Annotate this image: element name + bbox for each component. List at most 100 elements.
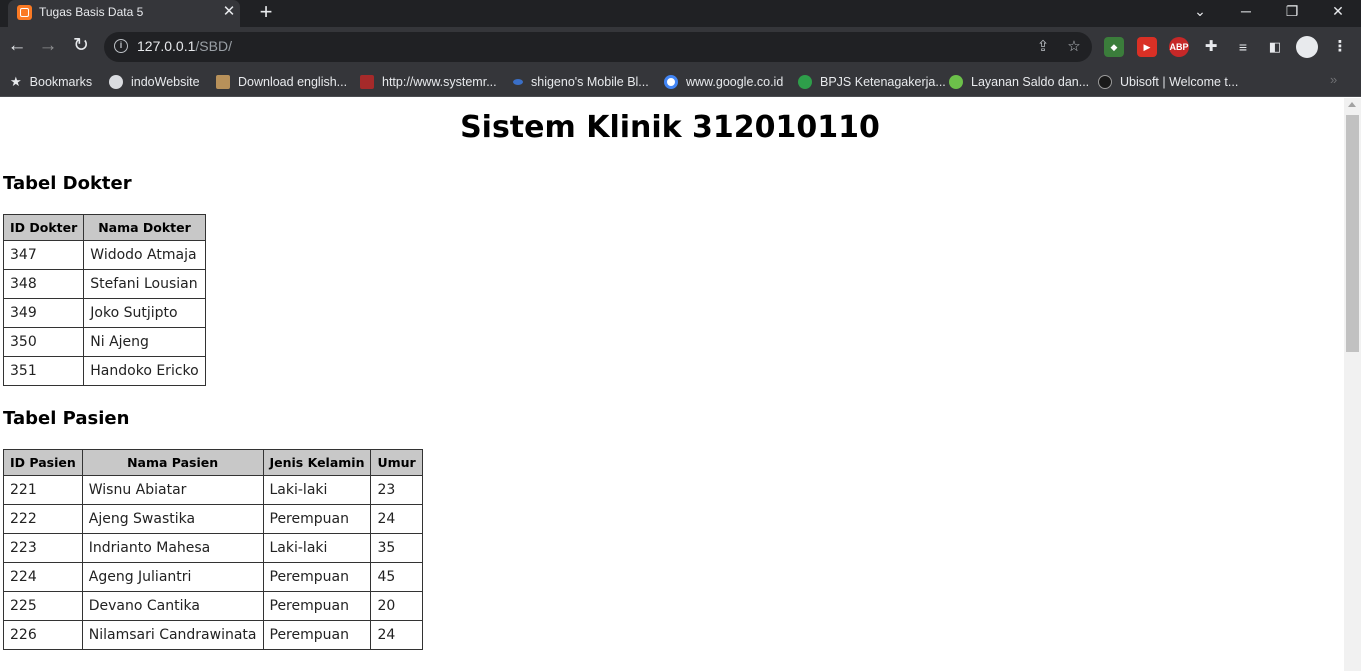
pasien-jenis-kelamin-cell: Laki-laki [262, 475, 372, 505]
url-text[interactable]: 127.0.0.1/SBD/ [137, 38, 232, 54]
bookmark-systemr[interactable]: http://www.systemr... [360, 72, 497, 92]
tab-search-icon[interactable]: ⌄ [1180, 0, 1220, 24]
site-icon [360, 75, 374, 89]
table-row: 350 Ni Ajeng [2, 327, 206, 357]
pasien-nama-cell: Devano Cantika [81, 591, 264, 621]
table-row: 351 Handoko Ericko [2, 356, 206, 386]
dokter-nama-cell: Joko Sutjipto [83, 298, 206, 328]
table-row: 347 Widodo Atmaja [2, 240, 206, 270]
bookmark-download-english[interactable]: Download english... [216, 72, 347, 92]
profile-avatar[interactable] [1296, 36, 1318, 58]
table-row: 348 Stefani Lousian [2, 269, 206, 299]
site-info-icon[interactable]: i [114, 39, 128, 53]
dokter-header-row: ID Dokter Nama Dokter [2, 214, 206, 241]
bookmark-star-icon[interactable]: ☆ [1064, 37, 1084, 57]
table-row: 225 Devano Cantika Perempuan 20 [3, 591, 423, 621]
globe-icon [109, 75, 123, 89]
pasien-jenis-kelamin-cell: Laki-laki [262, 533, 372, 563]
browser-tab[interactable]: Tugas Basis Data 5 ✕ [8, 0, 240, 27]
address-bar[interactable]: i 127.0.0.1/SBD/ ⇪ ☆ [104, 32, 1092, 62]
pasien-umur-cell: 45 [370, 562, 423, 592]
close-window-icon[interactable]: ✕ [1318, 0, 1358, 24]
column-header: Jenis Kelamin [262, 449, 372, 476]
pasien-nama-cell: Ageng Juliantri [81, 562, 264, 592]
xampp-favicon-icon [17, 5, 32, 20]
pasien-jenis-kelamin-cell: Perempuan [262, 504, 372, 534]
menu-icon[interactable]: ⋮ [1330, 37, 1350, 57]
more-bookmarks-icon[interactable]: » [1330, 72, 1337, 87]
page-viewport: Sistem Klinik 312010110 Tabel Dokter ID … [0, 98, 1344, 671]
bookmark-bookmarks[interactable]: ★ Bookmarks [10, 72, 92, 92]
pasien-id-cell: 225 [3, 591, 83, 621]
pasien-jenis-kelamin-cell: Perempuan [262, 591, 372, 621]
dokter-id-cell: 351 [2, 356, 85, 386]
restore-icon[interactable]: ❐ [1272, 0, 1312, 24]
pasien-heading: Tabel Pasien [3, 408, 130, 429]
saldo-icon [949, 75, 963, 89]
reading-list-icon[interactable]: ≡ [1233, 37, 1253, 57]
bookmark-layanan-saldo[interactable]: Layanan Saldo dan... [949, 72, 1089, 92]
dokter-nama-cell: Handoko Ericko [83, 356, 206, 386]
pasien-id-cell: 226 [3, 620, 83, 650]
dokter-nama-cell: Ni Ajeng [83, 327, 206, 357]
pasien-nama-cell: Wisnu Abiatar [81, 475, 264, 505]
pasien-header-row: ID Pasien Nama Pasien Jenis Kelamin Umur [3, 449, 423, 476]
pasien-jenis-kelamin-cell: Perempuan [262, 562, 372, 592]
pasien-id-cell: 222 [3, 504, 83, 534]
table-row: 349 Joko Sutjipto [2, 298, 206, 328]
share-icon[interactable]: ⇪ [1033, 37, 1053, 57]
star-icon: ★ [10, 74, 22, 89]
extensions-puzzle-icon[interactable]: ✚ [1201, 37, 1221, 57]
column-header: ID Dokter [2, 214, 85, 241]
pasien-umur-cell: 24 [370, 620, 423, 650]
scroll-up-arrow-icon[interactable] [1348, 102, 1356, 107]
column-header: ID Pasien [3, 449, 83, 476]
bpjs-icon [798, 75, 812, 89]
new-tab-icon[interactable]: + [255, 1, 277, 23]
pasien-nama-cell: Ajeng Swastika [81, 504, 264, 534]
table-row: 223 Indrianto Mahesa Laki-laki 35 [3, 533, 423, 563]
browser-toolbar: ← → ↻ i 127.0.0.1/SBD/ ⇪ ☆ ◆ ▶ ABP ✚ ≡ ◧… [0, 27, 1361, 67]
page-scrollbar[interactable] [1344, 98, 1361, 671]
pasien-table: ID Pasien Nama Pasien Jenis Kelamin Umur… [3, 449, 423, 650]
ubisoft-icon [1098, 75, 1112, 89]
pasien-id-cell: 221 [3, 475, 83, 505]
extension-red-icon[interactable]: ▶ [1137, 37, 1157, 57]
pasien-umur-cell: 35 [370, 533, 423, 563]
bookmark-bpjs[interactable]: BPJS Ketenagakerja... [798, 72, 946, 92]
bookmark-google[interactable]: www.google.co.id [664, 72, 783, 92]
dokter-heading: Tabel Dokter [3, 173, 132, 194]
dokter-id-cell: 350 [2, 327, 85, 357]
side-panel-icon[interactable]: ◧ [1265, 37, 1285, 57]
column-header: Nama Pasien [81, 449, 264, 476]
extension-green-icon[interactable]: ◆ [1104, 37, 1124, 57]
dokter-nama-cell: Widodo Atmaja [83, 240, 206, 270]
figure-icon [216, 75, 230, 89]
dokter-id-cell: 347 [2, 240, 85, 270]
column-header: Nama Dokter [83, 214, 206, 241]
bookmark-shigeno[interactable]: shigeno's Mobile Bl... [513, 72, 649, 92]
table-row: 221 Wisnu Abiatar Laki-laki 23 [3, 475, 423, 505]
close-tab-icon[interactable]: ✕ [221, 4, 237, 20]
bookmark-ubisoft[interactable]: Ubisoft | Welcome t... [1098, 72, 1238, 92]
dot-icon [513, 79, 523, 85]
reload-icon[interactable]: ↻ [70, 35, 92, 57]
scrollbar-thumb[interactable] [1346, 115, 1359, 352]
page-title: Sistem Klinik 312010110 [460, 110, 880, 145]
minimize-icon[interactable]: ─ [1226, 0, 1266, 24]
pasien-id-cell: 224 [3, 562, 83, 592]
forward-icon[interactable]: → [37, 35, 59, 57]
dokter-id-cell: 349 [2, 298, 85, 328]
pasien-umur-cell: 23 [370, 475, 423, 505]
pasien-umur-cell: 20 [370, 591, 423, 621]
column-header: Umur [370, 449, 423, 476]
adblock-plus-icon[interactable]: ABP [1169, 37, 1189, 57]
table-row: 224 Ageng Juliantri Perempuan 45 [3, 562, 423, 592]
back-icon[interactable]: ← [6, 35, 28, 57]
google-icon [664, 75, 678, 89]
pasien-nama-cell: Indrianto Mahesa [81, 533, 264, 563]
pasien-umur-cell: 24 [370, 504, 423, 534]
tab-strip: Tugas Basis Data 5 ✕ + ⌄ ─ ❐ ✕ [0, 0, 1361, 27]
pasien-jenis-kelamin-cell: Perempuan [262, 620, 372, 650]
bookmark-indowebsite[interactable]: indoWebsite [109, 72, 200, 92]
